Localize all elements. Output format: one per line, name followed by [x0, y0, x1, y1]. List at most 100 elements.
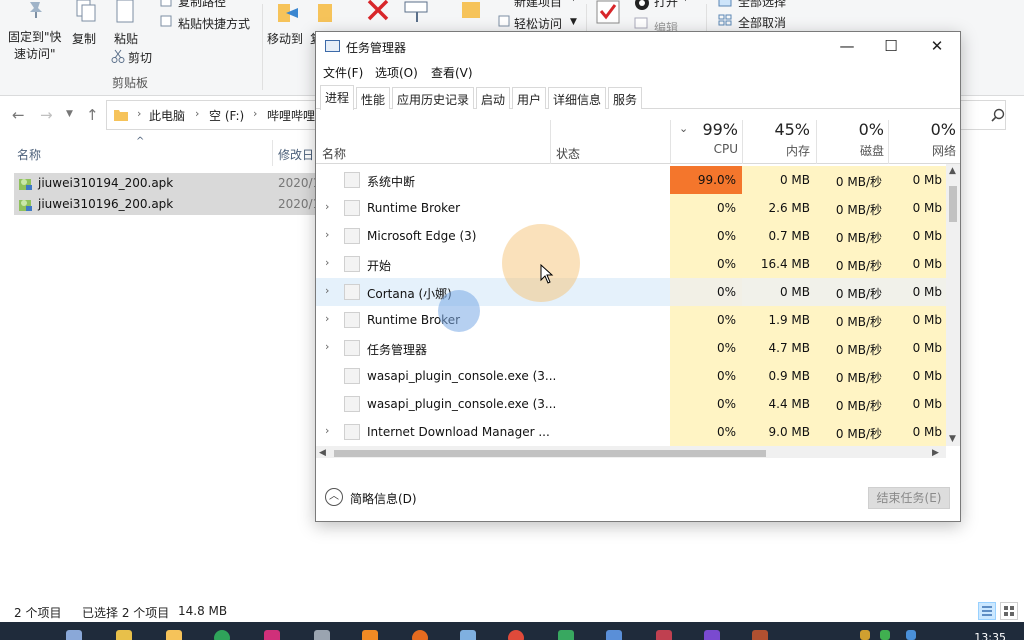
column-header-network[interactable]: 0% 网络	[886, 120, 956, 159]
search-icon[interactable]	[991, 108, 1005, 122]
forward-arrow-icon[interactable]: →	[40, 106, 53, 124]
breadcrumb-chevron-icon[interactable]: ›	[137, 107, 141, 120]
up-arrow-icon[interactable]: ↑	[86, 106, 99, 124]
pin-quick-access-label[interactable]: 固定到"快	[8, 28, 62, 45]
taskbar-app-icon[interactable]	[116, 630, 132, 640]
minimize-icon[interactable]: —	[824, 32, 870, 60]
process-row[interactable]: wasapi_plugin_console.exe (3... 0% 4.4 MB 0…	[316, 390, 948, 418]
tab-processes[interactable]: 进程	[320, 85, 355, 110]
tab-services[interactable]: 服务	[608, 87, 643, 109]
horizontal-scrollbar[interactable]: ◀ ▶	[316, 446, 946, 458]
column-header-name[interactable]: 名称	[322, 145, 346, 162]
process-row[interactable]: › Microsoft Edge (3) 0% 0.7 MB 0 MB/秒 0 Mb	[316, 222, 948, 250]
end-task-button[interactable]: 结束任务(E)	[868, 487, 950, 509]
taskbar-app-icon[interactable]	[314, 630, 330, 640]
taskbar-app-icon[interactable]	[704, 630, 720, 640]
cut-button[interactable]: 剪切	[128, 49, 152, 66]
tab-startup[interactable]: 启动	[476, 87, 511, 109]
breadcrumb-drive-f[interactable]: 空 (F:)	[209, 107, 244, 124]
expand-chevron-icon[interactable]: ›	[325, 340, 329, 353]
task-manager-titlebar[interactable]: 任务管理器 — ☐ ✕	[316, 32, 960, 60]
taskbar-app-icon[interactable]	[752, 630, 768, 640]
scroll-up-icon[interactable]: ▲	[949, 166, 956, 176]
move-to-button[interactable]: 移动到	[267, 30, 303, 47]
menu-options[interactable]: 选项(O)	[375, 64, 418, 81]
taskbar-app-icon[interactable]	[264, 630, 280, 640]
process-row[interactable]: wasapi_plugin_console.exe (3... 0% 0.9 MB 0…	[316, 362, 948, 390]
process-row[interactable]: 系统中断 99.0% 0 MB 0 MB/秒 0 Mb	[316, 166, 948, 194]
taskbar-app-icon[interactable]	[606, 630, 622, 640]
paste-button[interactable]: 粘贴	[114, 30, 138, 47]
scroll-right-icon[interactable]: ▶	[932, 448, 939, 458]
breadcrumb-chevron-icon[interactable]: ›	[195, 107, 199, 120]
expand-chevron-icon[interactable]: ›	[325, 256, 329, 269]
scroll-left-icon[interactable]: ◀	[319, 448, 326, 458]
taskbar-app-icon[interactable]	[412, 630, 428, 640]
easy-access-button[interactable]: 轻松访问	[514, 15, 562, 32]
taskbar-app-icon[interactable]	[558, 630, 574, 640]
easy-access-dropdown-icon[interactable]: ▼	[570, 17, 577, 27]
column-divider[interactable]	[272, 140, 273, 166]
taskbar-app-icon[interactable]	[66, 630, 82, 640]
select-none-button[interactable]: 全部取消	[738, 14, 786, 31]
column-header-name[interactable]: 名称	[17, 146, 41, 163]
large-icons-view-button[interactable]	[1000, 602, 1018, 620]
taskbar-app-icon[interactable]	[362, 630, 378, 640]
taskbar-app-icon[interactable]	[656, 630, 672, 640]
expand-chevron-icon[interactable]: ›	[325, 312, 329, 325]
tray-icon[interactable]	[880, 630, 890, 640]
column-header-cpu[interactable]: 99% CPU	[668, 120, 738, 156]
process-row[interactable]: › 任务管理器 0% 4.7 MB 0 MB/秒 0 Mb	[316, 334, 948, 362]
expand-chevron-icon[interactable]: ›	[325, 424, 329, 437]
open-button[interactable]: 打开	[654, 0, 678, 10]
scroll-down-icon[interactable]: ▼	[949, 434, 956, 444]
column-divider[interactable]	[550, 120, 551, 164]
horizontal-scroll-thumb[interactable]	[334, 450, 766, 457]
details-view-button[interactable]	[978, 602, 996, 620]
breadcrumb-folder[interactable]: 哔哩哔哩	[267, 107, 315, 124]
menu-file[interactable]: 文件(F)	[323, 64, 363, 81]
column-header-disk[interactable]: 0% 磁盘	[814, 120, 884, 159]
expand-chevron-icon[interactable]: ›	[325, 284, 329, 297]
tab-details[interactable]: 详细信息	[548, 87, 607, 109]
expand-chevron-icon[interactable]: ›	[325, 228, 329, 241]
process-row[interactable]: › 开始 0% 16.4 MB 0 MB/秒 0 Mb	[316, 250, 948, 278]
paste-shortcut-button[interactable]: 粘贴快捷方式	[178, 15, 250, 32]
menu-view[interactable]: 查看(V)	[431, 64, 473, 81]
fewer-details-button[interactable]: 简略信息(D)	[350, 490, 417, 507]
tab-performance[interactable]: 性能	[356, 87, 391, 109]
process-row[interactable]: › Runtime Broker 0% 2.6 MB 0 MB/秒 0 Mb	[316, 194, 948, 222]
breadcrumb-chevron-icon[interactable]: ›	[253, 107, 257, 120]
pin-quick-access-label-2[interactable]: 速访问"	[14, 45, 56, 62]
copy-button[interactable]: 复制	[72, 30, 96, 47]
tray-icon[interactable]	[906, 630, 916, 640]
process-row[interactable]: › Internet Download Manager ... 0% 9.0 MB 0 …	[316, 418, 948, 446]
vertical-scroll-thumb[interactable]	[949, 186, 957, 222]
file-row[interactable]: jiuwei310196_200.apk 2020/1	[14, 194, 320, 215]
close-icon[interactable]: ✕	[914, 32, 960, 60]
chevron-up-circle-icon[interactable]: ︿	[325, 488, 343, 506]
taskbar-clock[interactable]: 13:35	[974, 631, 1006, 640]
back-arrow-icon[interactable]: ←	[12, 106, 25, 124]
vertical-scrollbar[interactable]: ▲ ▼	[946, 164, 960, 446]
column-header-memory[interactable]: 45% 内存	[740, 120, 810, 159]
copy-path-button[interactable]: 复制路径	[178, 0, 226, 10]
taskbar-app-icon[interactable]	[460, 630, 476, 640]
taskbar-app-icon[interactable]	[214, 630, 230, 640]
tab-app-history[interactable]: 应用历史记录	[392, 87, 475, 109]
column-header-status[interactable]: 状态	[556, 145, 580, 162]
recent-dropdown-icon[interactable]: ▼	[66, 109, 73, 119]
tray-icon[interactable]	[860, 630, 870, 640]
file-row[interactable]: jiuwei310194_200.apk 2020/1	[14, 173, 320, 194]
breadcrumb-this-pc[interactable]: 此电脑	[149, 107, 185, 124]
new-item-button[interactable]: 新建项目	[514, 0, 562, 10]
open-dropdown-icon[interactable]: ▼	[682, 0, 689, 3]
tab-users[interactable]: 用户	[512, 87, 547, 109]
process-row[interactable]: › Cortana (小娜) 0% 0 MB 0 MB/秒 0 Mb	[316, 278, 948, 306]
process-row[interactable]: › Runtime Broker 0% 1.9 MB 0 MB/秒 0 Mb	[316, 306, 948, 334]
select-all-button[interactable]: 全部选择	[738, 0, 786, 10]
maximize-icon[interactable]: ☐	[868, 32, 914, 60]
expand-chevron-icon[interactable]: ›	[325, 200, 329, 213]
new-item-dropdown-icon[interactable]: ▼	[570, 0, 577, 3]
taskbar-folder-icon[interactable]	[166, 630, 182, 640]
